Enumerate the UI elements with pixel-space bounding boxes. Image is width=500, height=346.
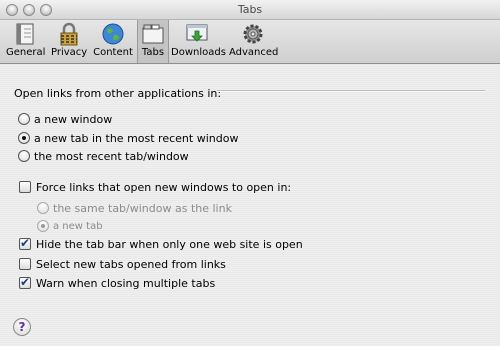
radio-button[interactable] [18, 150, 30, 162]
tabs-icon [140, 22, 166, 46]
radio-new-window-label: a new window [34, 112, 113, 126]
content-icon [100, 22, 126, 46]
toolbar-advanced-label: Advanced [229, 47, 279, 58]
radio-force-new-tab[interactable]: a new tab [37, 218, 103, 234]
checkbox[interactable] [19, 181, 31, 193]
toolbar-privacy[interactable]: Privacy [51, 22, 87, 62]
general-icon [12, 22, 38, 46]
separator-line [217, 90, 485, 92]
help-button[interactable]: ? [13, 318, 31, 336]
radio-same-tab-window-label: the same tab/window as the link [53, 201, 232, 215]
toolbar-content-label: Content [93, 47, 133, 58]
toolbar-advanced[interactable]: Advanced [229, 22, 279, 62]
window-title: Tabs [237, 3, 263, 16]
force-links-checkbox[interactable]: Force links that open new windows to ope… [19, 179, 291, 195]
force-links-label: Force links that open new windows to ope… [36, 180, 292, 194]
title-bar[interactable]: Tabs [0, 0, 500, 20]
tabs-pane: Open links from other applications in: a… [0, 64, 500, 346]
checkbox[interactable] [19, 275, 31, 289]
toolbar-downloads-label: Downloads [171, 47, 226, 58]
advanced-icon [240, 22, 266, 46]
preferences-toolbar: General Privacy Content Tabs Downloads A… [0, 20, 500, 64]
toolbar-content[interactable]: Content [93, 22, 133, 62]
downloads-icon [184, 22, 210, 46]
select-new-tabs-label: Select new tabs opened from links [36, 257, 226, 271]
radio-force-new-tab-label: a new tab [53, 220, 103, 232]
radio-button[interactable] [18, 113, 30, 125]
hide-tab-bar-label: Hide the tab bar when only one web site … [36, 237, 303, 251]
radio-recent-tab-window[interactable]: the most recent tab/window [18, 148, 189, 164]
open-links-label: Open links from other applications in: [14, 86, 222, 100]
radio-new-tab-recent-window[interactable]: a new tab in the most recent window [18, 130, 238, 146]
privacy-icon [56, 22, 82, 46]
radio-new-tab-recent-window-label: a new tab in the most recent window [34, 131, 239, 145]
toolbar-tabs-label: Tabs [141, 47, 165, 58]
radio-new-window[interactable]: a new window [18, 111, 112, 127]
toolbar-tabs[interactable]: Tabs [137, 20, 169, 63]
radio-same-tab-window[interactable]: the same tab/window as the link [37, 200, 232, 216]
toolbar-general-label: General [6, 47, 46, 58]
toolbar-general[interactable]: General [6, 22, 46, 62]
warn-closing-checkbox[interactable]: Warn when closing multiple tabs [19, 275, 215, 291]
radio-button[interactable] [37, 202, 49, 214]
help-icon: ? [18, 320, 26, 334]
checkbox[interactable] [19, 258, 31, 270]
warn-closing-label: Warn when closing multiple tabs [36, 276, 216, 290]
radio-button[interactable] [37, 220, 49, 232]
toolbar-downloads[interactable]: Downloads [171, 22, 226, 62]
checkbox[interactable] [19, 236, 31, 250]
preferences-window: Tabs General Privacy Content Tabs Downlo… [0, 0, 500, 346]
hide-tab-bar-checkbox[interactable]: Hide the tab bar when only one web site … [19, 236, 303, 252]
toolbar-privacy-label: Privacy [51, 47, 88, 58]
select-new-tabs-checkbox[interactable]: Select new tabs opened from links [19, 256, 226, 272]
radio-button[interactable] [18, 132, 30, 144]
radio-recent-tab-window-label: the most recent tab/window [34, 149, 189, 163]
